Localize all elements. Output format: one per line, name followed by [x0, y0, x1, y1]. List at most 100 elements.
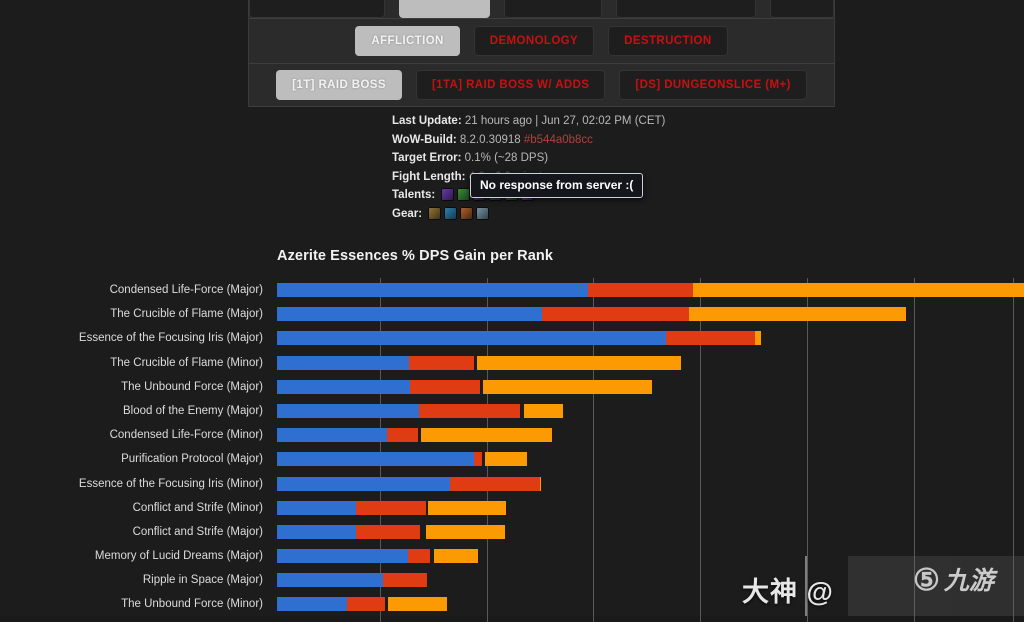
gear-icon-1[interactable] — [428, 206, 442, 220]
stacked-bar[interactable] — [277, 573, 428, 588]
bar-segment-rank-3[interactable] — [754, 331, 762, 346]
stacked-bar[interactable] — [277, 403, 563, 418]
bar-segment-rank-1[interactable] — [277, 403, 420, 418]
watermark-text: 大神 @ — [742, 577, 834, 607]
bar-segment-rank-1[interactable] — [277, 452, 475, 467]
bar-segment-rank-2[interactable] — [356, 500, 426, 515]
tab-partial-2[interactable] — [399, 0, 490, 18]
bar-segment-rank-3[interactable] — [484, 452, 528, 467]
bar-segment-rank-3[interactable] — [427, 500, 506, 515]
bar-segment-rank-2[interactable] — [387, 428, 419, 443]
y-axis-label: Conflict and Strife (Minor) — [132, 501, 263, 514]
jiuyou-logo-text: 九游 — [943, 566, 994, 595]
chart-row — [277, 375, 1024, 399]
bar-segment-rank-3[interactable] — [692, 283, 1024, 297]
stacked-bar[interactable] — [277, 283, 1024, 297]
stacked-bar[interactable] — [277, 428, 552, 443]
stacked-bar[interactable] — [277, 524, 506, 539]
bar-segment-rank-3[interactable] — [523, 403, 563, 418]
y-axis-label: Blood of the Enemy (Major) — [123, 404, 263, 417]
bar-segment-rank-2[interactable] — [410, 379, 481, 394]
tab-partial-5[interactable] — [769, 0, 834, 18]
meta-target-error: Target Error: 0.1% (~28 DPS) — [392, 149, 665, 168]
gear-icon-2[interactable] — [444, 206, 458, 220]
stacked-bar[interactable] — [277, 476, 542, 491]
bar-segment-rank-2[interactable] — [665, 331, 755, 346]
bar-segment-rank-1[interactable] — [277, 355, 410, 370]
bar-segment-rank-2[interactable] — [474, 452, 482, 467]
bar-segment-rank-2[interactable] — [449, 476, 540, 491]
tab-partial-1[interactable] — [249, 0, 386, 18]
bar-segment-rank-3[interactable] — [425, 524, 506, 539]
chart-row — [277, 351, 1024, 375]
chart-row — [277, 520, 1024, 544]
bar-segment-rank-1[interactable] — [277, 476, 450, 491]
chart-row — [277, 496, 1024, 520]
bar-segment-rank-2[interactable] — [409, 355, 475, 370]
talent-icon-2[interactable] — [457, 188, 471, 201]
tab-partial-3[interactable] — [503, 0, 602, 18]
bar-segment-rank-2[interactable] — [356, 524, 420, 539]
y-axis-label: Ripple in Space (Major) — [142, 574, 263, 587]
chart-row — [277, 278, 1024, 302]
tab-destruction[interactable]: DESTRUCTION — [608, 26, 728, 56]
bar-segment-rank-2[interactable] — [382, 573, 428, 588]
bar-segment-rank-2[interactable] — [419, 403, 520, 418]
stacked-bar[interactable] — [277, 452, 528, 467]
stacked-bar[interactable] — [277, 597, 447, 612]
bar-segment-rank-3[interactable] — [689, 307, 907, 322]
meta-last-update-value: 21 hours ago | Jun 27, 02:02 PM (CET) — [464, 115, 666, 127]
meta-wow-build-hash[interactable]: #b544a0b8cc — [524, 134, 593, 146]
bar-segment-rank-2[interactable] — [541, 307, 690, 322]
bar-segment-rank-3[interactable] — [388, 597, 447, 612]
tab-raid-boss[interactable]: [1T] RAID BOSS — [276, 70, 402, 100]
bar-segment-rank-1[interactable] — [277, 597, 347, 612]
spec-tab-row: AFFLICTION DEMONOLOGY DESTRUCTION — [249, 19, 834, 64]
meta-wow-build-label: WoW-Build: — [392, 133, 457, 146]
talent-icon-1[interactable] — [441, 188, 455, 201]
bar-segment-rank-1[interactable] — [277, 379, 411, 394]
bar-segment-rank-3[interactable] — [539, 476, 542, 491]
meta-fight-length-label: Fight Length: — [392, 170, 466, 183]
stacked-bar[interactable] — [277, 307, 907, 322]
gear-icon-group — [428, 206, 490, 220]
bar-segment-rank-1[interactable] — [277, 549, 408, 564]
stacked-bar[interactable] — [277, 549, 478, 564]
chart-row — [277, 302, 1024, 326]
tab-raid-boss-with-adds[interactable]: [1TA] RAID BOSS W/ ADDS — [415, 70, 606, 100]
meta-target-error-label: Target Error: — [392, 152, 462, 164]
stacked-bar[interactable] — [277, 379, 653, 394]
tab-demonology[interactable]: DEMONOLOGY — [473, 26, 595, 56]
tab-affliction[interactable]: AFFLICTION — [355, 26, 460, 56]
gear-icon-3[interactable] — [460, 206, 474, 220]
y-axis-label: The Crucible of Flame (Minor) — [110, 356, 263, 369]
meta-target-error-value: 0.1% (~28 DPS) — [464, 152, 549, 164]
y-axis-label: Conflict and Strife (Major) — [132, 525, 263, 538]
bar-segment-rank-3[interactable] — [477, 355, 682, 370]
chart-row — [277, 447, 1024, 471]
bar-segment-rank-1[interactable] — [277, 307, 542, 322]
chart-row — [277, 423, 1024, 447]
y-axis-label: The Crucible of Flame (Major) — [110, 308, 263, 321]
tab-dungeonslice[interactable]: [DS] DUNGEONSLICE (M+) — [619, 70, 807, 100]
bar-segment-rank-2[interactable] — [346, 597, 386, 612]
bar-segment-rank-2[interactable] — [408, 549, 431, 564]
stacked-bar[interactable] — [277, 331, 762, 346]
gear-icon-4[interactable] — [476, 206, 490, 220]
bar-segment-rank-3[interactable] — [433, 549, 478, 564]
y-axis-label: Essence of the Focusing Iris (Minor) — [78, 477, 263, 490]
stacked-bar[interactable] — [277, 355, 682, 370]
bar-segment-rank-3[interactable] — [420, 428, 552, 443]
bar-segment-rank-1[interactable] — [277, 500, 357, 515]
tab-partial-4[interactable] — [615, 0, 756, 18]
stacked-bar[interactable] — [277, 500, 506, 515]
bar-segment-rank-1[interactable] — [277, 573, 383, 588]
bar-segment-rank-2[interactable] — [587, 283, 693, 297]
bar-segment-rank-1[interactable] — [277, 283, 588, 297]
y-axis-label: Condensed Life-Force (Major) — [109, 284, 263, 296]
bar-segment-rank-1[interactable] — [277, 428, 388, 443]
bar-segment-rank-1[interactable] — [277, 331, 666, 346]
meta-wow-build: WoW-Build: 8.2.0.30918 #b544a0b8cc — [392, 131, 665, 150]
bar-segment-rank-3[interactable] — [483, 379, 653, 394]
bar-segment-rank-1[interactable] — [277, 524, 357, 539]
